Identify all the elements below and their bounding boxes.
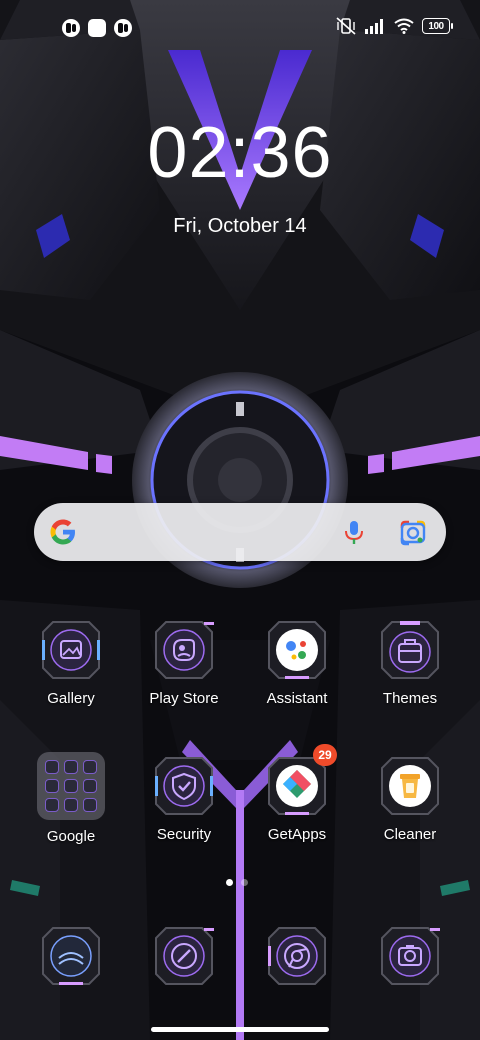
folder-icon (37, 752, 105, 820)
app-notification-icon (62, 19, 80, 37)
app-getapps[interactable]: 29 GetApps (241, 744, 353, 843)
dock-chrome[interactable] (241, 924, 353, 988)
clock-date[interactable]: Fri, October 14 (0, 215, 480, 238)
cleaner-icon (378, 754, 442, 818)
app-security[interactable]: Security (128, 754, 240, 843)
camera-icon (378, 924, 442, 988)
battery-level: 100 (428, 20, 444, 32)
notification-badge: 29 (313, 744, 337, 766)
vibrate-off-icon (336, 17, 356, 35)
app-label: Security (156, 826, 212, 843)
app-label: Assistant (266, 690, 328, 707)
app-notification-icon (114, 19, 132, 37)
notification-icons (62, 19, 132, 37)
app-label: Gallery (47, 690, 95, 707)
play-store-icon (152, 618, 216, 682)
system-icons: 100 (336, 17, 453, 35)
app-label: Themes (382, 690, 438, 707)
lens-icon[interactable] (398, 518, 428, 548)
dock-messages[interactable] (128, 924, 240, 988)
messages-icon (152, 924, 216, 988)
app-assistant[interactable]: Assistant (241, 618, 353, 707)
app-label: Play Store (149, 690, 219, 707)
page-dot-active (226, 879, 233, 886)
square-notification-icon (88, 19, 106, 37)
app-themes[interactable]: Themes (354, 618, 466, 707)
dock-camera[interactable] (354, 924, 466, 988)
app-label: Cleaner (383, 826, 437, 843)
battery-icon: 100 (422, 18, 453, 34)
assistant-icon (265, 618, 329, 682)
app-folder-google[interactable]: Google (15, 752, 127, 845)
app-label: GetApps (267, 826, 327, 843)
app-gallery[interactable]: Gallery (15, 618, 127, 707)
app-label: Google (46, 828, 96, 845)
page-dot (241, 879, 248, 886)
gallery-icon (39, 618, 103, 682)
app-cleaner[interactable]: Cleaner (354, 754, 466, 843)
google-search-bar[interactable] (34, 503, 446, 561)
security-icon (152, 754, 216, 818)
phone-icon (39, 924, 103, 988)
wifi-icon (394, 18, 414, 34)
getapps-icon: 29 (265, 744, 337, 818)
themes-icon (378, 618, 442, 682)
clock-time[interactable]: 02:36 (0, 112, 480, 194)
page-indicator[interactable] (226, 879, 248, 886)
dock-phone[interactable] (15, 924, 127, 988)
status-bar: 100 (0, 0, 480, 56)
mic-icon[interactable] (340, 518, 368, 546)
chrome-icon (265, 924, 329, 988)
app-play-store[interactable]: Play Store (128, 618, 240, 707)
signal-icon (365, 19, 383, 34)
home-indicator[interactable] (151, 1027, 329, 1032)
google-g-icon (50, 519, 75, 545)
